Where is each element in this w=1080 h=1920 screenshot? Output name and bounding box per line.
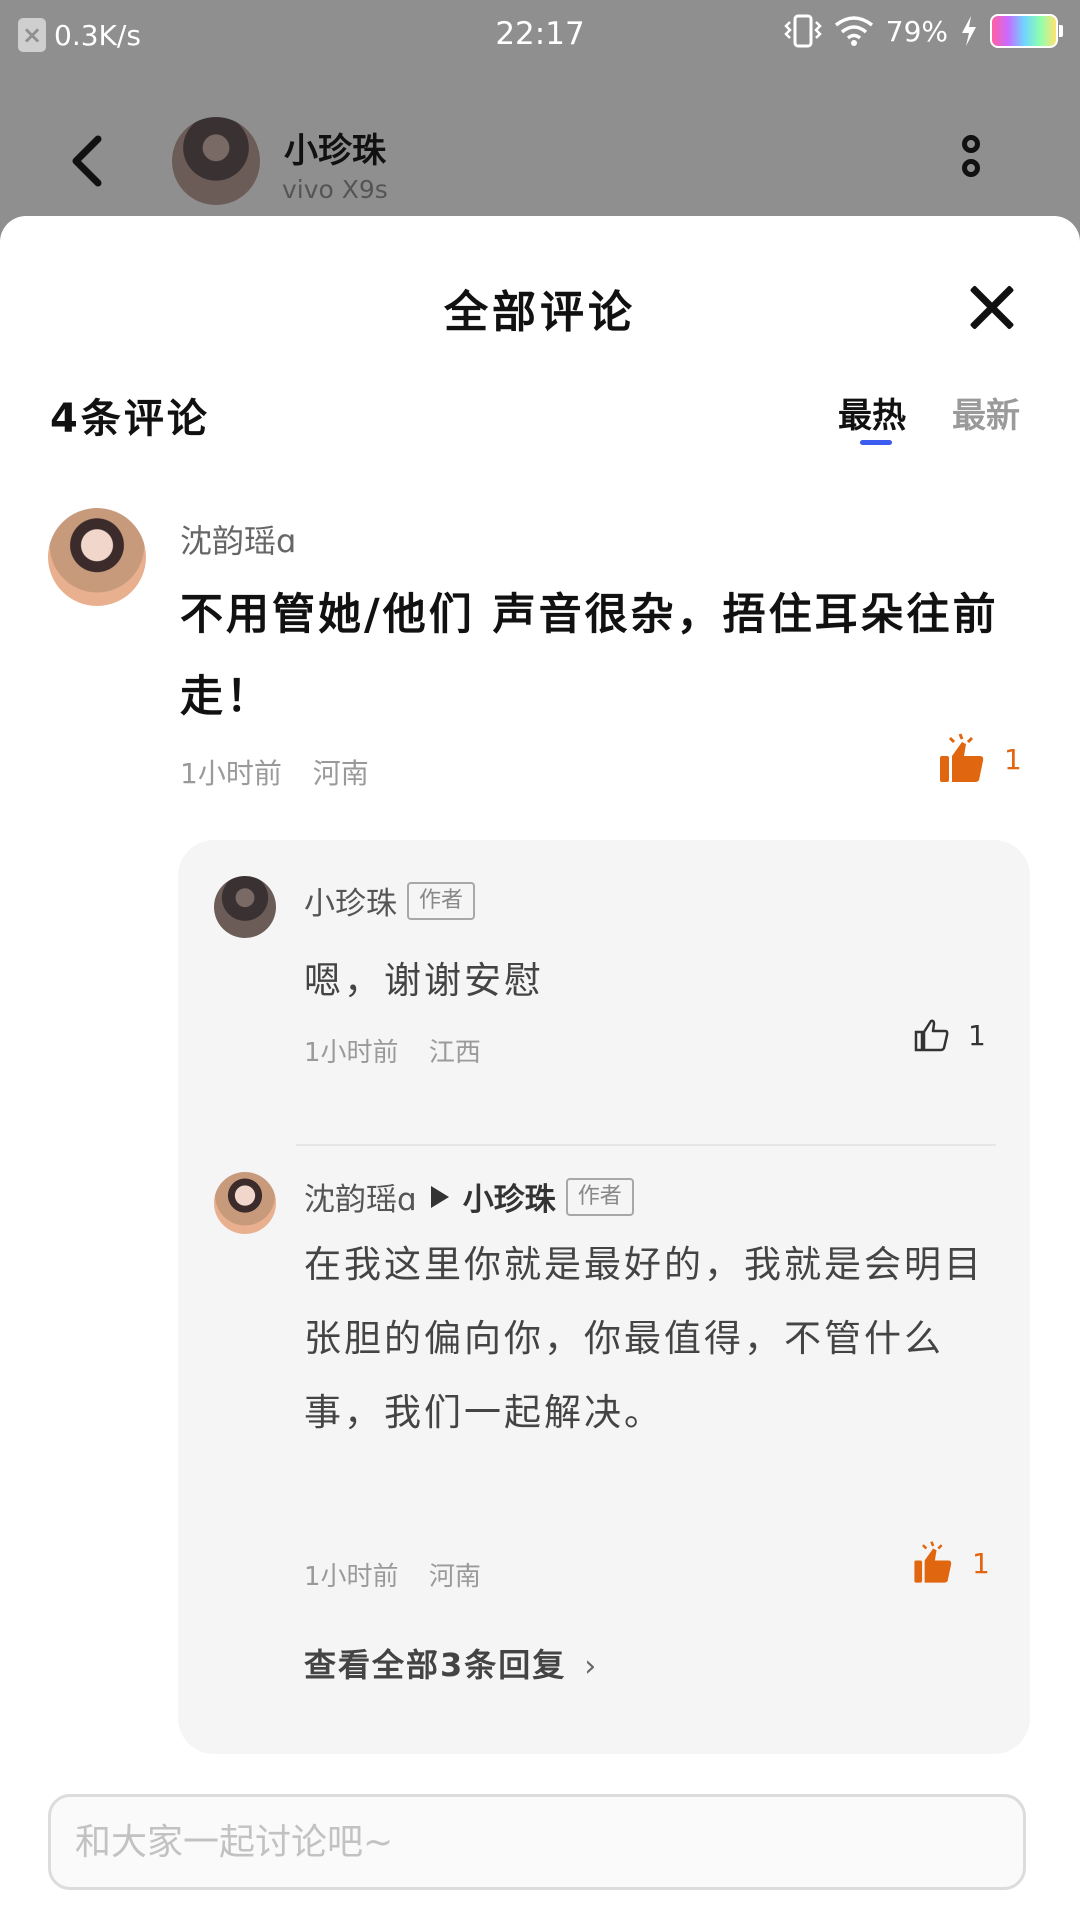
reply-like-count: 1 <box>968 1018 986 1052</box>
tab-hot[interactable]: 最热 <box>838 388 906 437</box>
view-all-label: 查看全部3条回复 <box>304 1646 567 1684</box>
reply-to-user[interactable]: 小珍珠 <box>463 1174 556 1219</box>
battery-icon <box>990 14 1063 48</box>
reply-time: 1小时前 <box>304 1562 399 1592</box>
header-user-name[interactable]: 小珍珠 <box>284 123 386 172</box>
comment-meta: 1小时前 河南 <box>180 752 369 792</box>
comment-author[interactable]: 沈韵瑶ɑ <box>180 516 296 562</box>
reply-like-button[interactable]: 1 <box>914 1540 990 1586</box>
charging-icon <box>962 16 976 46</box>
comment-like-count: 1 <box>1004 742 1022 776</box>
status-bar: × 0.3K/s 22:17 79% <box>0 0 1080 70</box>
chevron-right-icon: › <box>584 1649 599 1684</box>
thumbs-up-filled-icon <box>940 733 984 782</box>
reply-avatar[interactable] <box>214 1172 276 1234</box>
comment-input-box[interactable] <box>48 1794 1026 1890</box>
comments-sheet: 全部评论 4条评论 最热 最新 沈韵瑶ɑ 不用管她/他们 声音很杂，捂住耳朵往前… <box>0 216 1080 1920</box>
tab-active-indicator <box>860 440 892 445</box>
reply-to-arrow-icon <box>430 1185 449 1208</box>
reply-like-count: 1 <box>972 1546 990 1580</box>
comment-location: 河南 <box>312 757 369 790</box>
reply-meta: 1小时前 江西 <box>304 1032 481 1069</box>
chat-header: 小珍珠 vivo X9s <box>0 95 1080 225</box>
reply-author-row: 小珍珠 作者 <box>304 878 476 923</box>
more-icon[interactable] <box>962 135 988 183</box>
comment-time: 1小时前 <box>180 757 282 790</box>
thumbs-up-filled-icon <box>914 1541 952 1583</box>
comment-count: 4条评论 <box>50 396 210 442</box>
reply-text: 嗯，谢谢安慰 <box>304 959 544 1002</box>
reply-location: 江西 <box>428 1038 481 1068</box>
sheet-title: 全部评论 <box>444 287 636 338</box>
author-badge: 作者 <box>407 881 476 920</box>
battery-percent: 79% <box>885 14 948 48</box>
status-right: 79% <box>783 14 1063 48</box>
reply-author[interactable]: 小珍珠 <box>304 878 397 923</box>
reply-avatar[interactable] <box>214 876 276 938</box>
comment-input[interactable] <box>51 1797 1023 1887</box>
tab-new[interactable]: 最新 <box>952 388 1020 437</box>
reply-text: 在我这里你就是最好的，我就是会明目张胆的偏向你，你最值得，不管什么事，我们一起解… <box>304 1243 984 1434</box>
view-all-replies-link[interactable]: 查看全部3条回复 › <box>304 1640 598 1686</box>
comment-text: 不用管她/他们 声音很杂，捂住耳朵往前走！ <box>180 590 999 722</box>
reply-location: 河南 <box>428 1562 481 1592</box>
reply-like-button[interactable]: 1 <box>914 1018 986 1052</box>
author-badge: 作者 <box>565 1177 634 1216</box>
reply-panel: 小珍珠 作者 嗯，谢谢安慰 1小时前 江西 1 沈韵瑶ɑ 小珍珠 作者 在我这里… <box>178 840 1030 1754</box>
header-device: vivo X9s <box>282 175 388 204</box>
header-avatar[interactable] <box>172 117 260 205</box>
thumbs-up-icon <box>914 1019 949 1052</box>
reply-time: 1小时前 <box>304 1038 399 1068</box>
reply-author-row: 沈韵瑶ɑ 小珍珠 作者 <box>304 1174 634 1219</box>
back-arrow-icon[interactable] <box>70 135 104 187</box>
close-icon[interactable] <box>968 284 1014 330</box>
comment-like-button[interactable]: 1 <box>940 732 1022 786</box>
reply-author[interactable]: 沈韵瑶ɑ <box>304 1174 417 1219</box>
reply-meta: 1小时前 河南 <box>304 1556 481 1593</box>
wifi-icon <box>834 16 873 46</box>
reply-divider <box>296 1144 996 1146</box>
comment-avatar[interactable] <box>48 508 146 606</box>
vibrate-icon <box>783 14 822 48</box>
